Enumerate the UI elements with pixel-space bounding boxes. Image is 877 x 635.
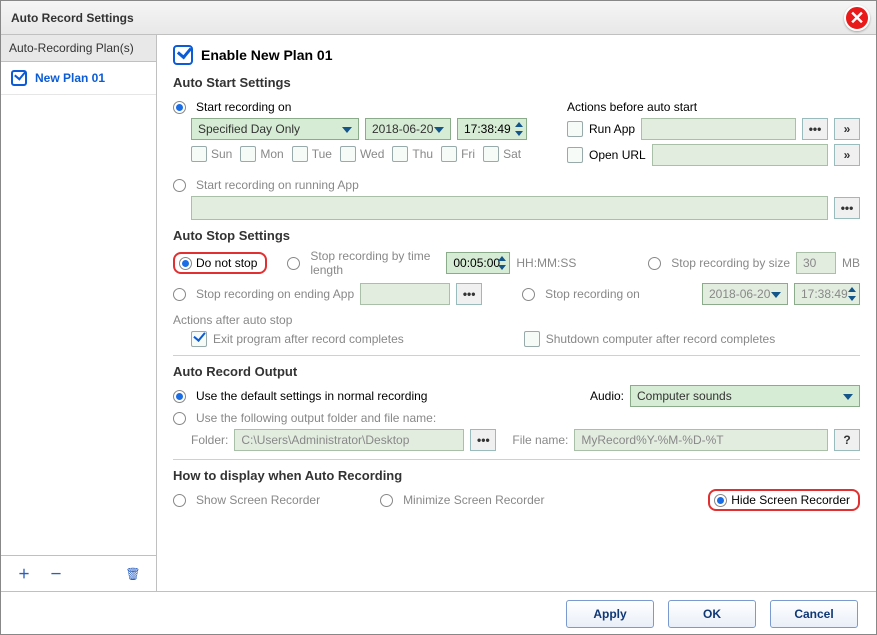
hide-recorder-label: Hide Screen Recorder	[731, 493, 850, 507]
stop-by-size-label: Stop recording by size	[671, 256, 790, 270]
show-recorder-label: Show Screen Recorder	[196, 493, 320, 507]
running-app-browse-button[interactable]: •••	[834, 197, 860, 219]
shutdown-label: Shutdown computer after record completes	[546, 332, 775, 346]
open-url-checkbox[interactable]	[567, 147, 583, 163]
audio-combo[interactable]: Computer sounds	[630, 385, 860, 407]
run-app-browse-button[interactable]: •••	[802, 118, 828, 140]
use-folder-label: Use the following output folder and file…	[196, 411, 436, 425]
run-app-field[interactable]	[641, 118, 796, 140]
day-tue-checkbox[interactable]	[292, 146, 308, 162]
day-sat-checkbox[interactable]	[483, 146, 499, 162]
run-app-checkbox[interactable]	[567, 121, 583, 137]
stop-by-time-label: Stop recording by time length	[310, 249, 440, 277]
radio-stop-on-datetime[interactable]	[522, 288, 535, 301]
filename-field[interactable]: MyRecord%Y-%M-%D-%T	[574, 429, 828, 451]
radio-start-on[interactable]	[173, 101, 186, 114]
sidebar: Auto-Recording Plan(s) New Plan 01 ＋ － 🗑	[1, 35, 157, 591]
footer: Apply OK Cancel	[1, 591, 876, 635]
hhmmss-label: HH:MM:SS	[516, 256, 576, 270]
radio-stop-by-time[interactable]	[287, 257, 300, 270]
day-thu-checkbox[interactable]	[392, 146, 408, 162]
day-mon-checkbox[interactable]	[240, 146, 256, 162]
days-row: Sun Mon Tue Wed Thu Fri Sat	[173, 146, 527, 162]
radio-stop-on-ending[interactable]	[173, 288, 186, 301]
cancel-button[interactable]: Cancel	[770, 600, 858, 628]
ok-button[interactable]: OK	[668, 600, 756, 628]
radio-stop-by-size[interactable]	[648, 257, 661, 270]
apply-button[interactable]: Apply	[566, 600, 654, 628]
radio-minimize-recorder[interactable]	[380, 494, 393, 507]
open-url-label: Open URL	[589, 148, 646, 162]
plan-item[interactable]: New Plan 01	[1, 62, 156, 95]
remove-plan-button[interactable]: －	[45, 565, 67, 582]
day-fri-checkbox[interactable]	[441, 146, 457, 162]
use-default-label: Use the default settings in normal recor…	[196, 389, 427, 403]
open-url-field[interactable]	[652, 144, 828, 166]
stop-time-spinner[interactable]: 17:38:49	[794, 283, 860, 305]
open-url-go-button[interactable]: »	[834, 144, 860, 166]
stop-time-length-spinner[interactable]: 00:05:00	[446, 252, 510, 274]
run-app-label: Run App	[589, 122, 635, 136]
close-button[interactable]: ✕	[844, 5, 870, 31]
day-sun-checkbox[interactable]	[191, 146, 207, 162]
shutdown-checkbox[interactable]	[524, 331, 540, 347]
stop-size-field[interactable]: 30	[796, 252, 836, 274]
run-app-go-button[interactable]: »	[834, 118, 860, 140]
filename-label: File name:	[512, 433, 568, 447]
auto-start-title: Auto Start Settings	[173, 75, 860, 90]
day-wed-checkbox[interactable]	[340, 146, 356, 162]
output-title: Auto Record Output	[173, 364, 860, 379]
minimize-recorder-label: Minimize Screen Recorder	[403, 493, 544, 507]
folder-browse-button[interactable]: •••	[470, 429, 496, 451]
sidebar-tools: ＋ － 🗑	[1, 555, 156, 591]
stop-date-combo[interactable]: 2018-06-20	[702, 283, 788, 305]
start-time-spinner[interactable]: 17:38:49	[457, 118, 527, 140]
radio-start-on-app[interactable]	[173, 179, 186, 192]
auto-stop-title: Auto Stop Settings	[173, 228, 860, 243]
actions-before-title: Actions before auto start	[567, 100, 697, 114]
exit-program-label: Exit program after record completes	[213, 332, 404, 346]
filename-help-button[interactable]: ?	[834, 429, 860, 451]
folder-label: Folder:	[191, 433, 228, 447]
start-mode-combo[interactable]: Specified Day Only	[191, 118, 359, 140]
radio-use-default[interactable]	[173, 390, 186, 403]
stop-on-datetime-label: Stop recording on	[545, 287, 640, 301]
start-on-label: Start recording on	[196, 100, 291, 114]
radio-use-folder[interactable]	[173, 412, 186, 425]
mb-label: MB	[842, 256, 860, 270]
ending-app-field[interactable]	[360, 283, 450, 305]
stop-on-ending-label: Stop recording on ending App	[196, 287, 354, 301]
folder-field[interactable]: C:\Users\Administrator\Desktop	[234, 429, 464, 451]
plan-checkbox-icon[interactable]	[11, 70, 27, 86]
do-not-stop-highlight: Do not stop	[173, 252, 267, 274]
hide-recorder-highlight: Hide Screen Recorder	[708, 489, 860, 511]
ending-app-browse-button[interactable]: •••	[456, 283, 482, 305]
start-date-combo[interactable]: 2018-06-20	[365, 118, 451, 140]
main-panel: Enable New Plan 01 Auto Start Settings S…	[157, 35, 876, 591]
delete-plan-button[interactable]: 🗑	[122, 567, 144, 581]
sidebar-header: Auto-Recording Plan(s)	[1, 35, 156, 62]
enable-plan-label: Enable New Plan 01	[201, 47, 333, 63]
add-plan-button[interactable]: ＋	[13, 565, 35, 582]
plan-label: New Plan 01	[35, 71, 105, 85]
radio-hide-recorder[interactable]	[714, 494, 727, 507]
display-title: How to display when Auto Recording	[173, 468, 860, 483]
exit-program-checkbox[interactable]	[191, 331, 207, 347]
title-bar: Auto Record Settings ✕	[1, 1, 876, 35]
audio-label: Audio:	[590, 389, 624, 403]
radio-do-not-stop[interactable]	[179, 257, 192, 270]
window-title: Auto Record Settings	[11, 11, 134, 25]
radio-show-recorder[interactable]	[173, 494, 186, 507]
do-not-stop-label: Do not stop	[196, 256, 257, 270]
actions-after-title: Actions after auto stop	[173, 313, 292, 327]
running-app-field[interactable]	[191, 196, 828, 220]
enable-plan-checkbox[interactable]	[173, 45, 193, 65]
start-on-app-label: Start recording on running App	[196, 178, 359, 192]
